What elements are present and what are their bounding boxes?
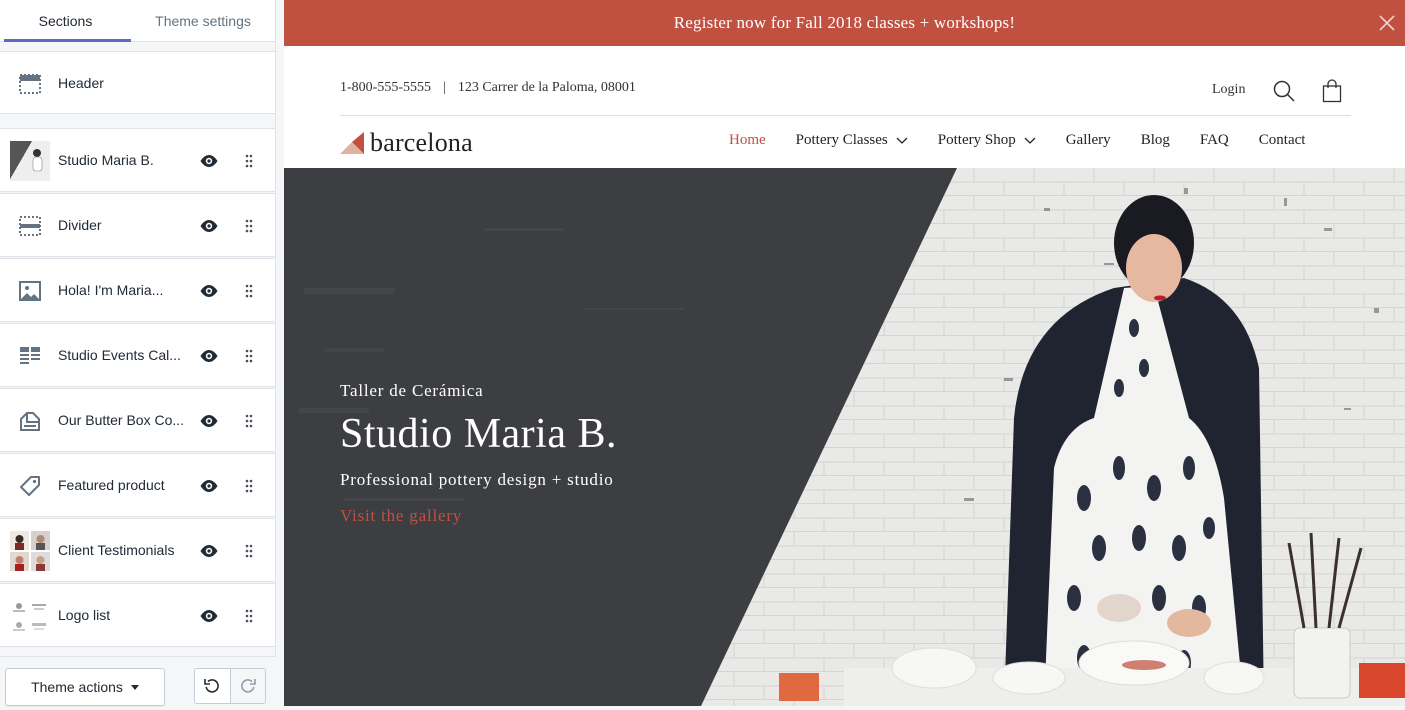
tab-sections[interactable]: Sections bbox=[0, 0, 131, 42]
header-layout-icon bbox=[10, 64, 50, 104]
theme-editor-sidebar: Sections Theme settings Header Studio Ma… bbox=[0, 0, 276, 710]
drag-handle-icon[interactable] bbox=[243, 218, 255, 234]
section-label: Hola! I'm Maria... bbox=[58, 282, 164, 298]
nav-label: Pottery Classes bbox=[795, 132, 888, 148]
tab-theme-settings[interactable]: Theme settings bbox=[131, 0, 275, 41]
drag-handle-icon[interactable] bbox=[243, 608, 255, 624]
drag-handle-icon[interactable] bbox=[243, 153, 255, 169]
drag-handle-icon[interactable] bbox=[243, 413, 255, 429]
theme-actions-label: Theme actions bbox=[31, 679, 123, 695]
hero-title: Studio Maria B. bbox=[340, 411, 617, 457]
tag-icon bbox=[10, 466, 50, 506]
eye-icon[interactable] bbox=[199, 346, 219, 366]
image-icon bbox=[10, 271, 50, 311]
eye-icon[interactable] bbox=[199, 606, 219, 626]
contact-info: 1-800-555-5555 | 123 Carrer de la Paloma… bbox=[340, 80, 636, 96]
announcement-bar[interactable]: Register now for Fall 2018 classes + wor… bbox=[284, 0, 1405, 46]
sidebar-tabs: Sections Theme settings bbox=[0, 0, 275, 42]
eye-icon[interactable] bbox=[199, 216, 219, 236]
section-item-header[interactable]: Header bbox=[0, 51, 275, 114]
main-nav: Home Pottery Classes Pottery Shop Galler… bbox=[729, 132, 1305, 149]
divider-icon bbox=[10, 206, 50, 246]
logo-text: barcelona bbox=[370, 128, 473, 157]
nav-item-pottery-classes[interactable]: Pottery Classes bbox=[796, 132, 908, 149]
logo-list-thumbnail bbox=[10, 596, 50, 636]
section-label: Divider bbox=[58, 217, 102, 233]
eye-icon[interactable] bbox=[199, 411, 219, 431]
nav-label: Pottery Shop bbox=[937, 132, 1016, 148]
nav-label: Contact bbox=[1258, 132, 1306, 148]
section-label: Client Testimonials bbox=[58, 542, 175, 558]
section-item-testimonials[interactable]: Client Testimonials bbox=[0, 518, 275, 582]
section-label: Our Butter Box Co... bbox=[58, 412, 185, 428]
caret-down-icon bbox=[130, 684, 139, 690]
eye-icon[interactable] bbox=[199, 541, 219, 561]
testimonial-thumbnails bbox=[10, 531, 50, 571]
theme-actions-button[interactable]: Theme actions bbox=[5, 668, 165, 706]
section-item-logo-list[interactable]: Logo list bbox=[0, 583, 275, 647]
undo-icon bbox=[204, 679, 220, 693]
collection-icon bbox=[10, 401, 50, 441]
nav-item-contact[interactable]: Contact bbox=[1259, 132, 1306, 149]
drag-handle-icon[interactable] bbox=[243, 348, 255, 364]
section-label: Header bbox=[58, 74, 104, 91]
section-label: Studio Maria B. bbox=[58, 152, 154, 168]
nav-item-blog[interactable]: Blog bbox=[1141, 132, 1170, 149]
section-label: Studio Events Cal... bbox=[58, 347, 181, 363]
hero-description: Professional pottery design + studio bbox=[340, 470, 614, 489]
login-link[interactable]: Login bbox=[1212, 82, 1245, 98]
hero-slideshow: Taller de Cerámica Studio Maria B. Profe… bbox=[284, 168, 1405, 706]
undo-redo-group bbox=[194, 668, 266, 704]
section-item-featured-product[interactable]: Featured product bbox=[0, 453, 275, 517]
undo-button[interactable] bbox=[195, 669, 230, 703]
list-grid-icon bbox=[10, 336, 50, 376]
hero-gallery-link[interactable]: Visit the gallery bbox=[340, 506, 462, 526]
section-item-events[interactable]: Studio Events Cal... bbox=[0, 323, 275, 387]
nav-item-gallery[interactable]: Gallery bbox=[1066, 132, 1111, 149]
store-address: 123 Carrer de la Paloma, 08001 bbox=[457, 80, 636, 95]
header-divider bbox=[340, 115, 1351, 116]
nav-label: Gallery bbox=[1065, 132, 1111, 148]
eye-icon[interactable] bbox=[199, 151, 219, 171]
section-item-collection[interactable]: Our Butter Box Co... bbox=[0, 388, 275, 452]
chevron-down-icon bbox=[896, 137, 908, 144]
storefront-preview: Register now for Fall 2018 classes + wor… bbox=[284, 0, 1405, 706]
section-label: Logo list bbox=[58, 607, 111, 623]
drag-handle-icon[interactable] bbox=[243, 543, 255, 559]
redo-icon bbox=[240, 679, 256, 693]
sidebar-footer: Theme actions bbox=[0, 656, 276, 710]
section-item-slideshow[interactable]: Studio Maria B. bbox=[0, 128, 275, 192]
contact-separator: | bbox=[443, 80, 446, 95]
nav-item-home[interactable]: Home bbox=[729, 132, 766, 149]
nav-item-pottery-shop[interactable]: Pottery Shop bbox=[938, 132, 1036, 149]
slideshow-thumbnail bbox=[10, 141, 50, 181]
logo-mark-icon bbox=[340, 132, 364, 154]
drag-handle-icon[interactable] bbox=[243, 283, 255, 299]
nav-label: Blog bbox=[1140, 132, 1170, 148]
drag-handle-icon[interactable] bbox=[243, 478, 255, 494]
eye-icon[interactable] bbox=[199, 281, 219, 301]
nav-label: Home bbox=[729, 132, 766, 148]
nav-item-faq[interactable]: FAQ bbox=[1200, 132, 1229, 149]
nav-label: FAQ bbox=[1199, 132, 1229, 148]
section-label: Featured product bbox=[58, 477, 165, 493]
search-icon[interactable] bbox=[1272, 79, 1296, 103]
chevron-down-icon bbox=[1024, 137, 1036, 144]
eye-icon[interactable] bbox=[199, 476, 219, 496]
redo-button[interactable] bbox=[229, 669, 265, 703]
close-icon[interactable] bbox=[1377, 13, 1397, 33]
cart-bag-icon[interactable] bbox=[1322, 79, 1342, 103]
hero-subheading: Taller de Cerámica bbox=[340, 381, 484, 400]
announcement-text: Register now for Fall 2018 classes + wor… bbox=[673, 13, 1016, 32]
section-item-divider[interactable]: Divider bbox=[0, 193, 275, 257]
phone-number[interactable]: 1-800-555-5555 bbox=[340, 80, 431, 96]
section-item-image-text[interactable]: Hola! I'm Maria... bbox=[0, 258, 275, 322]
site-logo[interactable]: barcelona bbox=[340, 128, 473, 158]
